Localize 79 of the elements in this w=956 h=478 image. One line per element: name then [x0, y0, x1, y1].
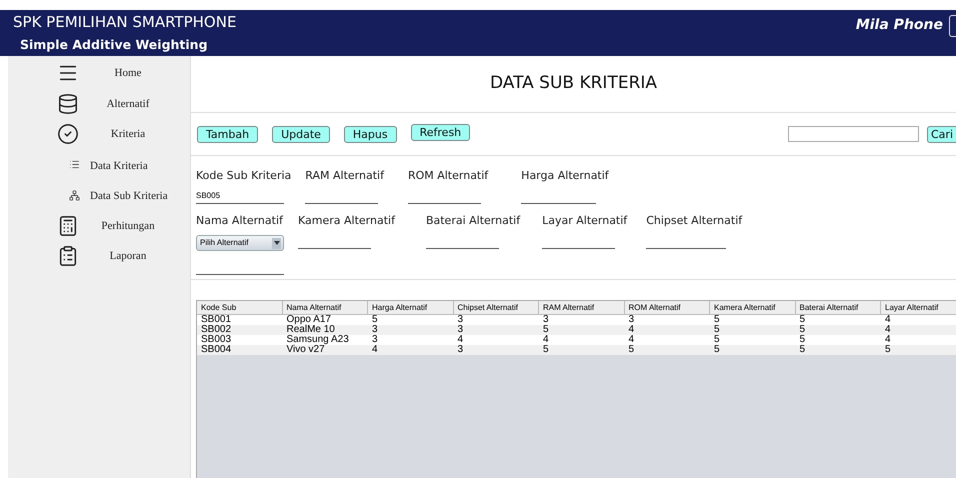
table-cell-text: 4 [628, 325, 636, 335]
sidebar-item[interactable]: Data Sub Kriteria [90, 190, 168, 202]
input-field[interactable]: SB005 [196, 188, 284, 204]
table-cell-text: 3 [371, 325, 379, 335]
column-header[interactable]: Kode Sub [197, 301, 282, 314]
column-header[interactable]: Layar Alternatif [881, 301, 956, 314]
table-cell-text: 5 [798, 345, 806, 355]
check-circle-icon [57, 123, 79, 146]
sidebar-item[interactable]: Alternatif [106, 96, 150, 112]
network-icon [68, 190, 80, 201]
field-label: Kode Sub Kriteria [196, 168, 292, 184]
app-title: SPK PEMILIHAN SMARTPHONE [13, 12, 236, 33]
table-cell-text: 5 [798, 315, 806, 325]
table-cell-text: 4 [884, 315, 892, 325]
action-button[interactable]: Refresh [410, 124, 470, 140]
column-header[interactable]: Harga Alternatif [368, 301, 454, 314]
table-cell-text: 5 [713, 335, 721, 345]
table-cell-text: 5 [713, 315, 721, 325]
search-field[interactable] [788, 126, 919, 142]
field-label: Nama Alternatif [196, 213, 284, 229]
table-cell-text: 3 [456, 325, 464, 335]
table-cell-text: Oppo A17 [286, 315, 332, 325]
column-header[interactable]: RAM Alternatif [539, 301, 624, 314]
column-header[interactable]: Chipset Alternatif [454, 301, 539, 314]
database-icon [57, 92, 79, 115]
table-cell-text: 4 [542, 335, 550, 345]
action-button[interactable]: Hapus [344, 126, 397, 142]
field-label: Baterai Alternatif [426, 213, 520, 229]
app-subtitle: Simple Additive Weighting [20, 36, 209, 54]
table-cell-text: 3 [456, 315, 464, 325]
field-label: Layar Alternatif [542, 213, 628, 229]
sidebar-item[interactable]: Data Kriteria [90, 160, 148, 172]
table-cell-text: 3 [456, 345, 464, 355]
sidebar-item[interactable]: Laporan [110, 248, 146, 264]
table-cell-text: 4 [371, 345, 379, 355]
table-cell-text: 4 [884, 325, 892, 335]
page-title: DATA SUB KRITERIA [490, 72, 658, 96]
table-cell-text: SB001 [200, 315, 232, 325]
calculator-icon [57, 214, 79, 237]
table-cell-text: SB002 [200, 325, 232, 335]
column-header[interactable]: Kamera Alternatif [710, 301, 796, 314]
action-button[interactable]: Tambah [197, 126, 258, 142]
table-cell-text: 4 [628, 335, 636, 345]
table-cell-text: 3 [542, 315, 550, 325]
table-cell-text: 3 [371, 335, 379, 345]
clipboard-icon [57, 245, 79, 268]
table-cell-text: 4 [884, 335, 892, 345]
field-label: Chipset Alternatif [646, 213, 742, 229]
table-cell-text: RealMe 10 [286, 325, 336, 335]
sidebar-item[interactable]: Home [114, 65, 142, 82]
search-button[interactable]: Cari [927, 126, 956, 142]
table-cell-text: 5 [884, 345, 892, 355]
brand-name: Mila Phone [856, 16, 943, 35]
alternative-dropdown[interactable]: Pilih Alternatif [196, 235, 284, 251]
column-header[interactable]: ROM Alternatif [624, 301, 710, 314]
table-cell-text: 5 [798, 335, 806, 345]
table-cell-text: 5 [371, 315, 379, 325]
table-cell-text: 5 [798, 325, 806, 335]
table-cell-text: SB003 [200, 335, 232, 345]
field-label: Kamera Alternatif [298, 213, 395, 229]
table-cell-text: 5 [542, 325, 550, 335]
field-label: ROM Alternatif [408, 168, 488, 184]
field-label: Harga Alternatif [521, 168, 609, 184]
frame-icon [949, 15, 956, 37]
column-header[interactable]: Baterai Alternatif [796, 301, 881, 314]
table-cell-text: SB004 [200, 345, 232, 355]
table-cell-text: 3 [628, 315, 636, 325]
table-cell-text: 5 [713, 345, 721, 355]
table-cell-text: 5 [713, 325, 721, 335]
column-header[interactable]: Nama Alternatif [282, 301, 368, 314]
table-cell-text: 4 [456, 335, 464, 345]
table-cell-text: 5 [628, 345, 636, 355]
action-button[interactable]: Update [272, 126, 330, 142]
field-label: RAM Alternatif [305, 168, 384, 184]
table-cell-text: Vivo v27 [286, 345, 325, 355]
table-cell-text: Samsung A23 [286, 335, 350, 345]
table-cell-text: 5 [542, 345, 550, 355]
sidebar-item[interactable]: Perhitungan [101, 218, 155, 234]
sidebar-item[interactable]: Kriteria [110, 126, 146, 142]
